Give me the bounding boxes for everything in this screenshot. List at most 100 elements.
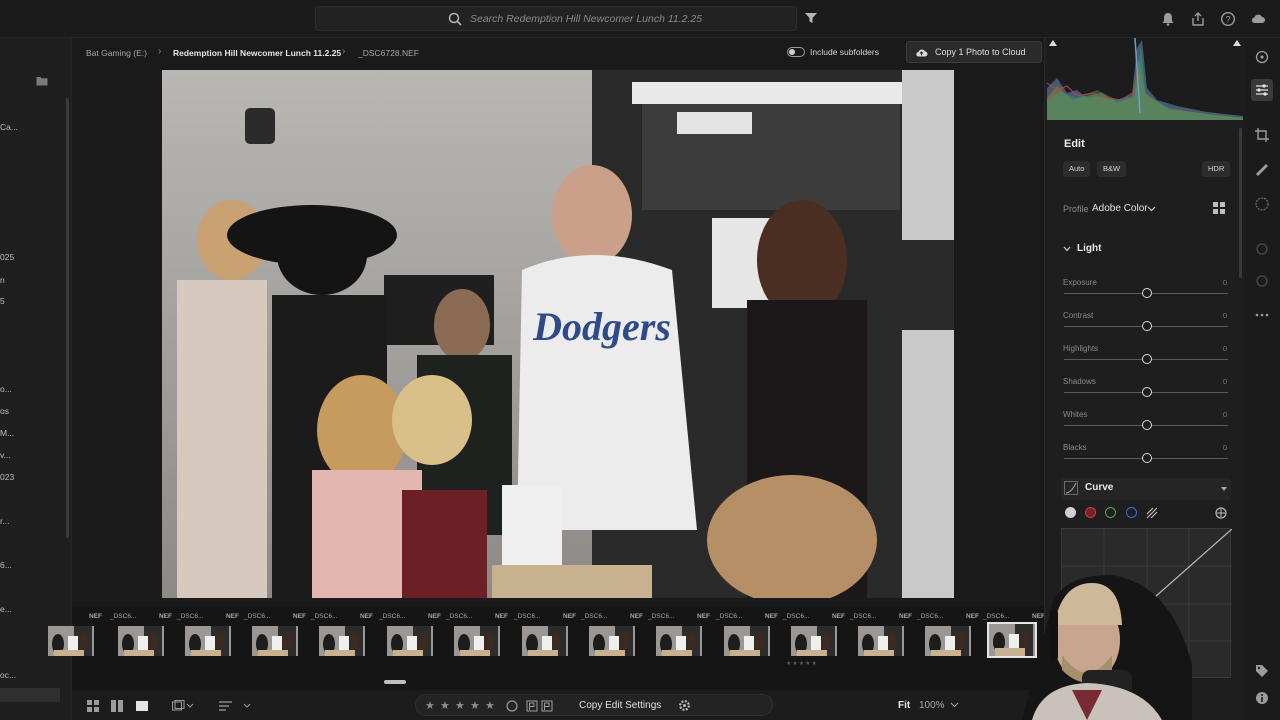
compare-view-icon[interactable]	[172, 700, 194, 712]
help-icon[interactable]: ?	[1220, 11, 1236, 27]
star-icon[interactable]: ★	[470, 699, 480, 712]
sort-icon[interactable]	[218, 700, 254, 712]
star-icon[interactable]: ★	[485, 699, 495, 712]
slider-thumb[interactable]	[1142, 420, 1152, 430]
slider-value[interactable]: 0	[1215, 410, 1227, 419]
breadcrumb-album[interactable]: Redemption Hill Newcomer Lunch 11.2.25	[173, 48, 341, 58]
chevron-down-icon[interactable]	[950, 702, 959, 708]
folder-label[interactable]: os	[0, 406, 9, 416]
slider-value[interactable]: 0	[1215, 377, 1227, 386]
slider-thumb[interactable]	[1142, 288, 1152, 298]
presets-icon[interactable]	[1255, 274, 1269, 288]
chevron-down-icon[interactable]	[1147, 206, 1156, 212]
star-icon[interactable]: ★	[440, 699, 450, 712]
mask-icon[interactable]	[1255, 197, 1269, 211]
star-icon[interactable]: ★	[425, 699, 435, 712]
filmstrip-thumbnail[interactable]: _DSC6... NEF	[242, 610, 308, 664]
filmstrip-thumbnail[interactable]: _DSC6... NEF	[108, 610, 174, 664]
caret-down-icon[interactable]	[1221, 487, 1227, 491]
parametric-curve-icon[interactable]	[1146, 507, 1158, 519]
zoom-level-dropdown[interactable]: 100%	[919, 700, 945, 711]
breadcrumb-drive[interactable]: Bat Gaming (E:)	[86, 48, 147, 58]
slider-value[interactable]: 0	[1215, 344, 1227, 353]
folder-add-icon[interactable]	[36, 76, 48, 86]
share-icon[interactable]	[1190, 11, 1206, 27]
folder-label[interactable]: o...	[0, 384, 12, 394]
more-icon[interactable]	[1255, 308, 1269, 322]
filmstrip-thumbnail[interactable]: _DSC6... NEF	[646, 610, 712, 664]
auto-button[interactable]: Auto	[1063, 161, 1091, 177]
curve-section-header[interactable]: Curve	[1085, 482, 1113, 493]
detail-view-icon[interactable]	[136, 700, 148, 712]
clipping-highlight-icon[interactable]	[1233, 40, 1241, 46]
gear-icon[interactable]	[678, 699, 691, 712]
folder-label[interactable]: oc...	[0, 670, 16, 680]
filmstrip-thumbnail[interactable]: _DSC6... NEF	[848, 610, 914, 664]
curve-red-channel[interactable]	[1085, 507, 1096, 518]
folder-label[interactable]: 5	[0, 296, 5, 306]
left-panel-scrollbar[interactable]	[66, 98, 69, 538]
slider-thumb[interactable]	[1142, 354, 1152, 364]
folder-label[interactable]: v...	[0, 450, 11, 460]
filmstrip-thumbnail[interactable]: _DSC6... NEF	[915, 610, 981, 664]
folder-label[interactable]: M...	[0, 428, 14, 438]
selected-folder-row[interactable]	[0, 688, 60, 702]
curve-blue-channel[interactable]	[1126, 507, 1137, 518]
copy-to-cloud-button[interactable]: Copy 1 Photo to Cloud	[906, 41, 1042, 63]
edit-panel-scrollbar[interactable]	[1239, 128, 1242, 278]
square-grid-icon[interactable]	[111, 700, 123, 712]
folder-label[interactable]: e...	[0, 604, 12, 614]
bw-button[interactable]: B&W	[1097, 161, 1127, 177]
target-adjust-icon[interactable]	[1215, 507, 1227, 519]
slider-value[interactable]: 0	[1215, 311, 1227, 320]
filmstrip-scrollbar[interactable]	[384, 680, 406, 684]
tag-icon[interactable]	[1255, 664, 1269, 678]
thumbnail-rating-stars[interactable]: ★★★★★	[786, 660, 818, 667]
pick-flag-icon[interactable]	[526, 700, 538, 712]
zoom-fit-button[interactable]: Fit	[898, 700, 910, 711]
filmstrip-thumbnail[interactable]: _DSC6... NEF	[714, 610, 780, 664]
folder-label[interactable]: r...	[0, 516, 9, 526]
cloud-icon[interactable]	[1250, 11, 1266, 27]
slider-value[interactable]: 0	[1215, 443, 1227, 452]
filmstrip-thumbnail[interactable]: _DSC6... NEF	[309, 610, 375, 664]
folder-label[interactable]: n	[0, 275, 5, 285]
edit-sliders-icon[interactable]	[1255, 50, 1269, 64]
main-photo[interactable]: Dodgers	[162, 70, 954, 598]
folder-label[interactable]: 025	[0, 252, 14, 262]
filmstrip-thumbnail[interactable]: _DSC6... NEF	[175, 610, 241, 664]
curve-rgb-channel[interactable]	[1065, 507, 1076, 518]
redeye-icon[interactable]	[1255, 242, 1269, 256]
filmstrip-thumbnail[interactable]: _DSC6... NEF	[781, 610, 847, 664]
filter-icon[interactable]	[804, 12, 818, 24]
light-section-header[interactable]: Light	[1077, 243, 1101, 254]
filmstrip-thumbnail[interactable]: NEF	[38, 610, 104, 664]
crop-icon[interactable]	[1255, 128, 1269, 142]
unflagged-icon[interactable]	[506, 700, 518, 712]
slider-thumb[interactable]	[1142, 321, 1152, 331]
search-input[interactable]: Search Redemption Hill Newcomer Lunch 11…	[470, 13, 702, 25]
include-subfolders-toggle[interactable]	[787, 47, 805, 57]
filmstrip-thumbnail[interactable]: _DSC6... NEF	[579, 610, 645, 664]
chevron-down-icon[interactable]	[1063, 246, 1071, 252]
healing-icon[interactable]	[1255, 163, 1269, 177]
slider-thumb[interactable]	[1142, 453, 1152, 463]
bell-icon[interactable]	[1160, 11, 1176, 27]
star-icon[interactable]: ★	[455, 699, 465, 712]
filmstrip-thumbnail[interactable]: _DSC6... NEF	[444, 610, 510, 664]
profile-browser-icon[interactable]	[1213, 202, 1225, 214]
info-icon[interactable]	[1255, 691, 1269, 705]
reject-flag-icon[interactable]	[541, 700, 553, 712]
folder-label[interactable]: Ca...	[0, 122, 18, 132]
search-bar[interactable]: Search Redemption Hill Newcomer Lunch 11…	[315, 6, 797, 31]
clipping-shadow-icon[interactable]	[1049, 40, 1057, 46]
profile-dropdown[interactable]: Adobe Color	[1092, 203, 1148, 214]
folder-label[interactable]: 6...	[0, 560, 12, 570]
folder-label[interactable]: 023	[0, 472, 14, 482]
filmstrip-thumbnail[interactable]: _DSC6... NEF	[377, 610, 443, 664]
edit-tool-button[interactable]	[1251, 79, 1273, 101]
slider-thumb[interactable]	[1142, 387, 1152, 397]
grid-view-icon[interactable]	[87, 700, 99, 712]
slider-value[interactable]: 0	[1215, 278, 1227, 287]
hdr-button[interactable]: HDR	[1202, 161, 1231, 177]
